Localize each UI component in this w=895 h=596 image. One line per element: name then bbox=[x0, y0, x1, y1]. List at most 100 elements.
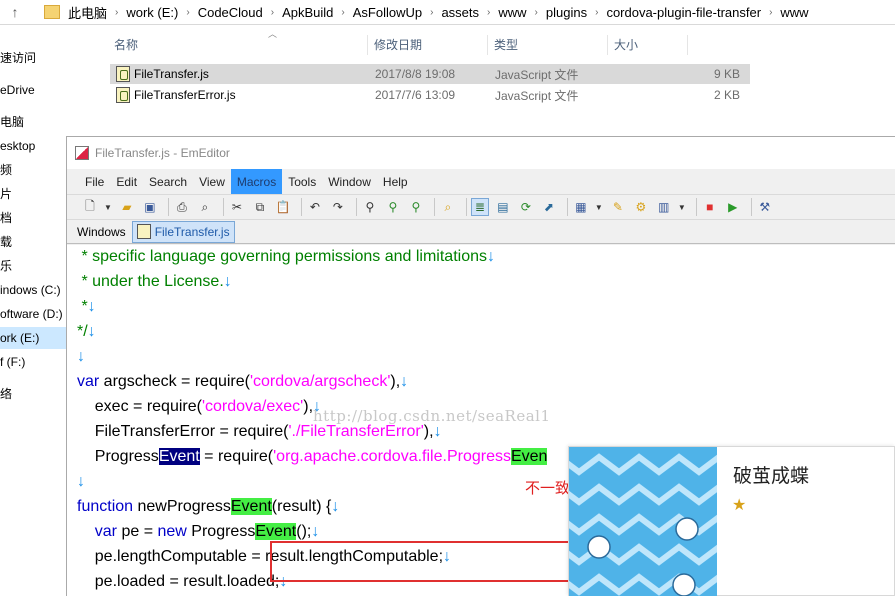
nav-item-music[interactable]: 乐 bbox=[0, 255, 70, 277]
breadcrumb-item[interactable]: CodeCloud bbox=[196, 5, 265, 20]
menu-help[interactable]: Help bbox=[377, 169, 414, 194]
code-comment: * specific language governing permission… bbox=[77, 248, 487, 265]
copy-icon[interactable]: ⧉ bbox=[251, 198, 269, 216]
column-header-modified[interactable]: 修改日期 bbox=[368, 35, 488, 55]
breadcrumb-item[interactable]: 此电脑 bbox=[66, 3, 109, 22]
paste-icon[interactable]: 📋 bbox=[274, 198, 292, 216]
file-type: JavaScript 文件 bbox=[495, 88, 579, 103]
find-previous-icon[interactable]: ⚲ bbox=[407, 198, 425, 216]
chart-icon[interactable]: ▥ bbox=[655, 198, 673, 216]
chevron-right-icon[interactable]: › bbox=[109, 7, 124, 18]
toolbar-divider bbox=[465, 198, 467, 216]
nav-item-desktop[interactable]: esktop bbox=[0, 135, 70, 157]
cut-icon[interactable]: ✂ bbox=[228, 198, 246, 216]
code-text: = require( bbox=[199, 448, 274, 465]
tools-icon[interactable]: ✎ bbox=[609, 198, 627, 216]
new-file-icon[interactable]: 🗋 bbox=[81, 198, 99, 216]
toolbar-divider bbox=[695, 198, 697, 216]
breadcrumb-item[interactable]: assets bbox=[439, 5, 481, 20]
nav-item-pictures[interactable]: 片 bbox=[0, 183, 70, 205]
windows-label: Windows bbox=[77, 224, 126, 239]
file-row[interactable]: FileTransfer.js 2017/8/8 19:08 JavaScrip… bbox=[110, 64, 750, 84]
nav-item-documents[interactable]: 档 bbox=[0, 207, 70, 229]
chevron-right-icon[interactable]: › bbox=[529, 7, 544, 18]
file-size: 2 KB bbox=[713, 88, 740, 102]
toolbar-divider bbox=[355, 198, 357, 216]
breadcrumb-item[interactable]: plugins bbox=[544, 5, 589, 20]
breadcrumb-item[interactable]: www bbox=[778, 5, 810, 20]
find-next-icon[interactable]: ⚲ bbox=[384, 198, 402, 216]
print-icon[interactable]: ⎙ bbox=[173, 198, 191, 216]
breadcrumb-item[interactable]: cordova-plugin-file-transfer bbox=[604, 5, 763, 20]
toolbar-divider bbox=[433, 198, 435, 216]
undo-icon[interactable]: ↶ bbox=[306, 198, 324, 216]
nav-item-drive-d[interactable]: oftware (D:) bbox=[0, 303, 70, 325]
open-folder-icon[interactable]: ▰ bbox=[118, 198, 136, 216]
up-arrow-icon[interactable]: ↑ bbox=[0, 0, 30, 25]
nav-item-drive-e[interactable]: ork (E:) bbox=[0, 327, 70, 349]
nav-item-quick-access[interactable]: 速访问 bbox=[0, 47, 70, 69]
nav-item-network[interactable]: 络 bbox=[0, 383, 70, 405]
menu-window[interactable]: Window bbox=[322, 169, 377, 194]
nav-item-drive-f[interactable]: f (F:) bbox=[0, 351, 70, 373]
chevron-right-icon[interactable]: › bbox=[763, 7, 778, 18]
run-macro-icon[interactable]: ▶ bbox=[724, 198, 742, 216]
menu-edit[interactable]: Edit bbox=[110, 169, 143, 194]
nav-item-this-pc[interactable]: 电脑 bbox=[0, 111, 70, 133]
chevron-right-icon[interactable]: › bbox=[265, 7, 280, 18]
chevron-down-icon[interactable]: ▼ bbox=[595, 203, 603, 212]
code-line: ProgressEvent = require('org.apache.cord… bbox=[77, 445, 548, 469]
code-keyword: var bbox=[94, 523, 118, 540]
sync-icon[interactable]: ⟳ bbox=[517, 198, 535, 216]
breadcrumb-item[interactable]: AsFollowUp bbox=[351, 5, 424, 20]
code-text: ), bbox=[423, 423, 434, 440]
settings-icon[interactable]: ⚙ bbox=[632, 198, 650, 216]
save-icon[interactable]: ▣ bbox=[141, 198, 159, 216]
menu-bar: File Edit Search View Macros Tools Windo… bbox=[67, 169, 895, 195]
menu-tools[interactable]: Tools bbox=[282, 169, 322, 194]
menu-view[interactable]: View bbox=[193, 169, 231, 194]
column-header-name[interactable]: 名称 bbox=[108, 35, 368, 55]
file-row[interactable]: FileTransferError.js 2017/7/6 13:09 Java… bbox=[110, 85, 750, 105]
nav-item-onedrive[interactable]: eDrive bbox=[0, 79, 70, 101]
zigzag-pattern-image bbox=[569, 447, 717, 596]
breadcrumb-item[interactable]: work (E:) bbox=[124, 5, 180, 20]
customize-icon[interactable]: ⚒ bbox=[756, 198, 774, 216]
find-icon[interactable]: ⚲ bbox=[361, 198, 379, 216]
column-header-type[interactable]: 类型 bbox=[488, 35, 608, 55]
tab-filetransfer-js[interactable]: FileTransfer.js bbox=[131, 220, 235, 243]
chevron-right-icon[interactable]: › bbox=[335, 7, 350, 18]
chevron-right-icon[interactable]: › bbox=[180, 7, 195, 18]
nav-item-videos[interactable]: 频 bbox=[0, 159, 70, 181]
explorer-address-bar[interactable]: ↑ 此电脑 › work (E:) › CodeCloud › ApkBuild › A… bbox=[0, 0, 895, 25]
column-header-size[interactable]: 大小 bbox=[608, 35, 688, 55]
chevron-right-icon[interactable]: › bbox=[589, 7, 604, 18]
editor-titlebar[interactable]: FileTransfer.js - EmEditor bbox=[67, 137, 895, 169]
menu-macros[interactable]: Macros bbox=[230, 169, 283, 194]
menu-file[interactable]: File bbox=[79, 169, 110, 194]
wrap-icon[interactable]: ▤ bbox=[494, 198, 512, 216]
chevron-down-icon[interactable]: ▼ bbox=[104, 203, 112, 212]
breadcrumb-item[interactable]: ApkBuild bbox=[280, 5, 335, 20]
newline-marker: ↓ bbox=[487, 248, 495, 265]
nav-item-drive-c[interactable]: indows (C:) bbox=[0, 279, 70, 301]
code-string: './FileTransferError' bbox=[288, 423, 424, 440]
code-text: pe.loaded = result.loaded; bbox=[77, 573, 280, 590]
stop-macro-icon[interactable]: ■ bbox=[701, 198, 719, 216]
code-text: (); bbox=[296, 523, 312, 540]
external-icon[interactable]: ⬈ bbox=[540, 198, 558, 216]
find-in-files-icon[interactable]: ⌕ bbox=[439, 198, 457, 216]
breadcrumb-item[interactable]: www bbox=[496, 5, 528, 20]
chevron-down-icon[interactable]: ▼ bbox=[678, 203, 686, 212]
chevron-right-icon[interactable]: › bbox=[481, 7, 496, 18]
menu-search[interactable]: Search bbox=[143, 169, 193, 194]
javascript-file-icon bbox=[116, 87, 130, 103]
chevron-right-icon[interactable]: › bbox=[424, 7, 439, 18]
nav-item-downloads[interactable]: 载 bbox=[0, 231, 70, 253]
redo-icon[interactable]: ↷ bbox=[329, 198, 347, 216]
print-preview-icon[interactable]: ⌕ bbox=[196, 198, 214, 216]
outline-icon[interactable]: ≣ bbox=[470, 198, 489, 216]
notification-popup[interactable]: 破茧成蝶 ★ bbox=[568, 446, 895, 596]
newline-marker: ↓ bbox=[77, 473, 85, 490]
plugins-icon[interactable]: ▦ bbox=[572, 198, 590, 216]
